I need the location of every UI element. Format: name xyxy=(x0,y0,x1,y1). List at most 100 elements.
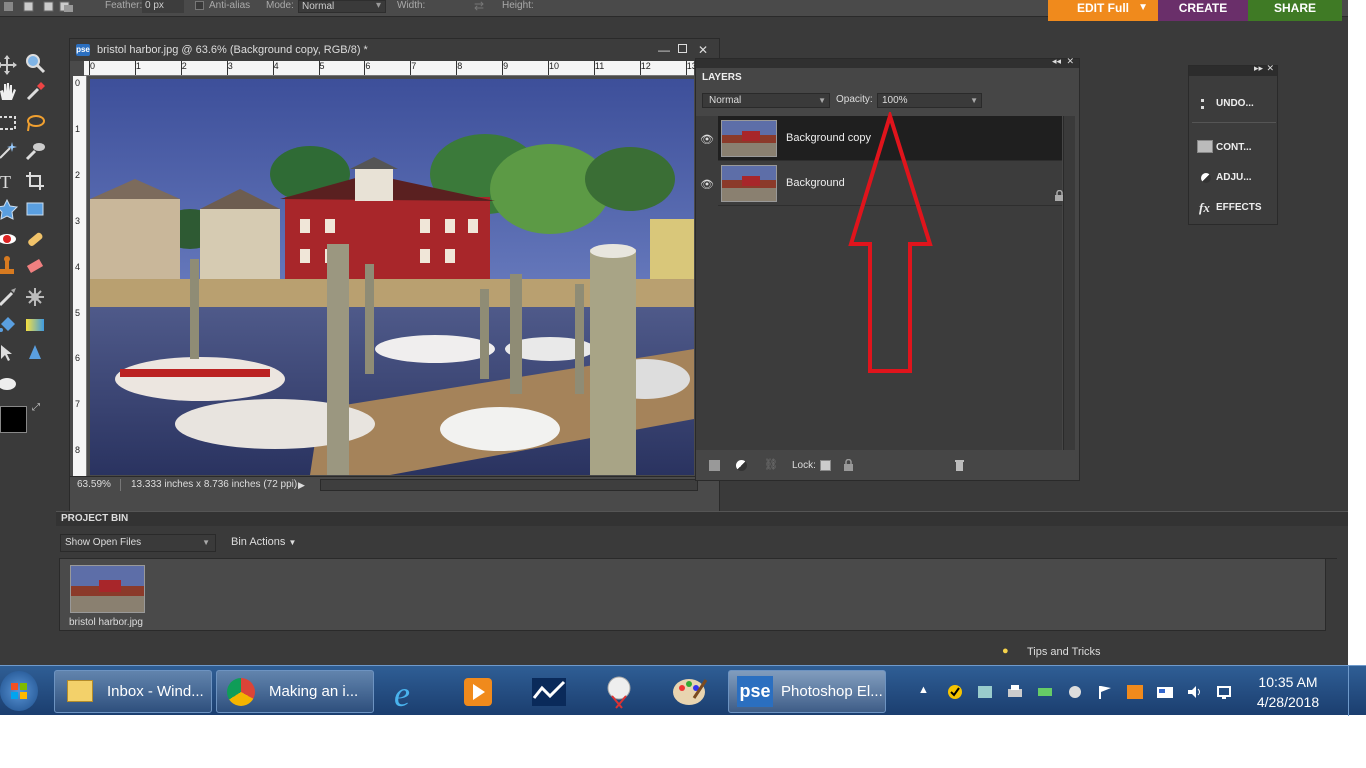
image-canvas[interactable] xyxy=(90,79,694,475)
blur-tool-icon[interactable] xyxy=(24,342,46,364)
tray-app-icon[interactable] xyxy=(976,684,994,700)
close-icon[interactable]: ✕ xyxy=(1266,63,1274,74)
visibility-eye-icon[interactable]: 👁 xyxy=(700,133,714,146)
tray-gear-icon[interactable] xyxy=(1066,684,1084,700)
lock-transparent-icon[interactable] xyxy=(820,460,831,471)
feather-input[interactable]: 0 px xyxy=(142,0,184,13)
zoom-tool-icon[interactable] xyxy=(24,52,46,74)
marquee-tool-icon[interactable] xyxy=(0,112,18,134)
straighten-tool-icon[interactable] xyxy=(24,198,46,220)
show-desktop-button[interactable] xyxy=(1348,666,1366,716)
paint-bucket-tool-icon[interactable] xyxy=(0,314,18,336)
task-inbox[interactable]: Inbox - Wind... xyxy=(54,670,212,713)
tips-and-tricks[interactable]: ● Tips and Tricks xyxy=(1002,645,1122,661)
minimize-icon[interactable]: — xyxy=(658,39,670,61)
tray-printer-icon[interactable] xyxy=(1006,684,1024,700)
magic-wand-tool-icon[interactable] xyxy=(0,140,18,162)
blend-mode-select[interactable]: Normal ▼ xyxy=(702,93,830,108)
layers-scrollbar[interactable] xyxy=(1063,116,1075,450)
show-files-value: Show Open Files xyxy=(65,537,142,548)
palette-content[interactable]: CONT... xyxy=(1192,134,1276,162)
maximize-icon[interactable] xyxy=(678,44,687,53)
adjustment-layer-icon[interactable] xyxy=(736,460,747,471)
volume-icon[interactable] xyxy=(1186,684,1204,700)
red-eye-tool-icon[interactable] xyxy=(0,228,18,250)
project-bin-header[interactable]: PROJECT BIN xyxy=(56,511,1348,526)
opacity-label: Opacity: xyxy=(836,94,873,105)
ruler-tick-label: 0 xyxy=(90,61,96,71)
norton-icon[interactable] xyxy=(946,684,964,700)
shape-tool-icon[interactable] xyxy=(0,198,19,220)
brush-tool-icon[interactable] xyxy=(0,286,18,308)
gradient-tool-icon[interactable] xyxy=(24,314,46,336)
status-menu-icon[interactable]: ▶ xyxy=(298,477,305,493)
action-center-flag-icon[interactable] xyxy=(1096,684,1114,700)
bin-scrollbar[interactable] xyxy=(1325,559,1338,631)
bin-actions-menu[interactable]: Bin Actions ▼ xyxy=(231,536,296,548)
palette-effects[interactable]: fx EFFECTS xyxy=(1192,194,1276,222)
tab-edit-full[interactable]: EDIT Full ▼ xyxy=(1048,0,1158,21)
selection-brush-tool-icon[interactable] xyxy=(24,140,46,162)
tab-share[interactable]: SHARE xyxy=(1248,0,1342,21)
start-button[interactable] xyxy=(0,671,38,711)
media-player-icon[interactable] xyxy=(458,672,500,712)
collapse-panel-icon[interactable]: ◂◂ xyxy=(1052,56,1061,67)
lock-all-icon[interactable] xyxy=(843,458,854,471)
paint-icon[interactable] xyxy=(668,672,710,712)
document-title: bristol harbor.jpg @ 63.6% (Background c… xyxy=(97,44,368,56)
palette-adjustments[interactable]: ADJU... xyxy=(1192,164,1276,192)
expand-panel-icon[interactable]: ▸▸ xyxy=(1254,63,1263,74)
stock-app-icon[interactable] xyxy=(528,672,570,712)
horizontal-scrollbar[interactable] xyxy=(320,479,698,491)
screen: Feather: 0 px Anti-alias Mode: Normal ▾ W… xyxy=(0,0,1366,768)
eyedropper-tool-icon[interactable] xyxy=(24,80,46,102)
layers-panel-header-strip[interactable]: ◂◂ ✕ xyxy=(696,56,1079,68)
zoom-level[interactable]: 63.59% xyxy=(77,477,111,493)
snipping-tool-icon[interactable] xyxy=(598,672,640,712)
internet-explorer-icon[interactable]: e xyxy=(390,672,432,714)
network-icon[interactable] xyxy=(1216,684,1234,700)
smart-brush-tool-icon[interactable] xyxy=(24,286,46,308)
bin-thumbnail[interactable] xyxy=(70,565,145,613)
hand-tool-icon[interactable] xyxy=(0,80,18,102)
document-title-bar[interactable]: pse bristol harbor.jpg @ 63.6% (Backgrou… xyxy=(70,39,719,61)
healing-brush-tool-icon[interactable] xyxy=(24,228,46,250)
ruler-tick-label: 5 xyxy=(75,307,81,318)
eraser-tool-icon[interactable] xyxy=(24,255,46,277)
link-icon[interactable]: ⛓ xyxy=(764,458,778,471)
mode-select[interactable]: Normal ▾ xyxy=(298,0,386,13)
task-chrome[interactable]: Making an i... xyxy=(216,670,374,713)
chrome-icon xyxy=(227,678,255,706)
selection-mode-icons[interactable] xyxy=(2,1,80,12)
trash-icon[interactable] xyxy=(954,459,965,471)
tray-message-icon[interactable] xyxy=(1156,684,1174,700)
opacity-input[interactable]: 100% ▼ xyxy=(877,93,982,108)
ruler-tick xyxy=(89,61,90,75)
show-hidden-icons[interactable]: ▲ xyxy=(918,684,929,696)
battery-icon[interactable] xyxy=(1036,684,1054,700)
palette-header[interactable]: ▸▸ ✕ xyxy=(1189,63,1277,76)
new-layer-icon[interactable] xyxy=(709,460,720,471)
close-icon[interactable]: ✕ xyxy=(1066,56,1074,67)
antialias-checkbox[interactable] xyxy=(195,1,204,10)
sponge-tool-icon[interactable] xyxy=(0,372,18,394)
tray-office-icon[interactable] xyxy=(1126,684,1144,700)
clone-stamp-tool-icon[interactable] xyxy=(0,255,18,277)
tab-create[interactable]: CREATE xyxy=(1158,0,1248,21)
palette-undo-history[interactable]: UNDO... xyxy=(1192,90,1276,118)
foreground-color-swatch[interactable] xyxy=(0,406,27,433)
clock[interactable]: 10:35 AM 4/28/2018 xyxy=(1248,672,1328,712)
swap-icon[interactable]: ⇄ xyxy=(474,0,484,13)
chevron-down-icon: ▼ xyxy=(970,96,978,105)
visibility-eye-icon[interactable]: 👁 xyxy=(700,178,714,191)
cookie-cutter-tool-icon[interactable] xyxy=(0,342,18,364)
bin-actions-label: Bin Actions xyxy=(231,536,286,548)
swap-colors-icon[interactable]: ⤢ xyxy=(32,402,40,413)
ruler-tick xyxy=(180,61,182,75)
crop-tool-icon[interactable] xyxy=(24,170,46,192)
move-tool-icon[interactable] xyxy=(0,54,18,76)
show-files-select[interactable]: Show Open Files ▼ xyxy=(60,534,216,552)
lasso-tool-icon[interactable] xyxy=(24,112,46,134)
task-photoshop-elements[interactable]: pse Photoshop El... xyxy=(728,670,886,713)
type-tool-icon[interactable]: T xyxy=(0,170,18,192)
